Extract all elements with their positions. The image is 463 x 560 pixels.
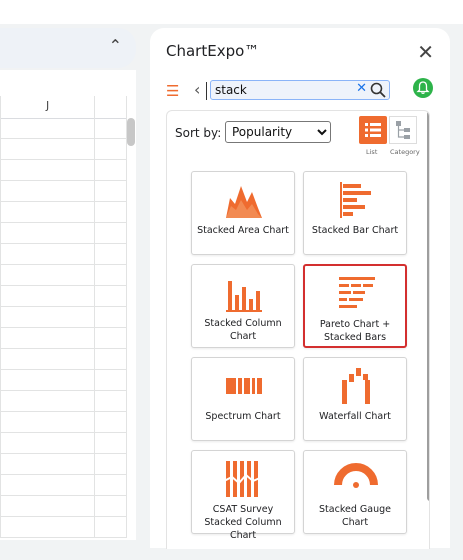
chevron-up-icon[interactable]: ⌃	[109, 36, 122, 55]
search-box: ✕	[210, 80, 390, 100]
sheet-toolbar: ⌃	[0, 28, 136, 68]
chart-tile-stacked-area[interactable]: Stacked Area Chart	[191, 171, 295, 255]
spreadsheet-cells[interactable]	[0, 118, 126, 538]
chart-tile-label: Stacked Gauge Chart	[319, 504, 391, 528]
stacked-column-chart-icon	[226, 281, 262, 312]
chart-tile-stacked-bar[interactable]: Stacked Bar Chart	[303, 171, 407, 255]
spectrum-chart-icon	[226, 378, 262, 394]
chart-tile-label: Stacked Column Chart	[204, 318, 282, 342]
chart-tile-stacked-gauge[interactable]: Stacked Gauge Chart	[303, 450, 407, 534]
column-header-j[interactable]: J	[46, 99, 49, 112]
panel-title: ChartExpo™	[166, 42, 260, 60]
chart-gallery: Sort by: Popularity List Category Stacke…	[166, 110, 430, 549]
waterfall-chart-icon	[342, 368, 370, 404]
grid-line	[126, 96, 127, 538]
chevron-left-icon[interactable]: ‹	[194, 80, 200, 99]
panel-scrollbar[interactable]	[427, 111, 429, 501]
sort-by-label: Sort by:	[175, 126, 222, 140]
chart-tile-label: Stacked Area Chart	[197, 225, 289, 236]
chartexpo-panel: ChartExpo™ ✕ ☰ ‹ ✕ Sort by: Popularity	[150, 28, 450, 549]
close-icon[interactable]: ✕	[417, 40, 434, 64]
category-view-button[interactable]	[389, 116, 417, 144]
column-header-row: J	[0, 96, 126, 119]
stacked-bar-chart-icon	[340, 182, 371, 218]
list-view-label: List	[366, 148, 378, 156]
stacked-area-chart-icon	[226, 186, 262, 218]
chart-tile-label: Waterfall Chart	[319, 411, 391, 422]
sort-select[interactable]: Popularity	[225, 121, 331, 143]
chart-tile-csat-survey-stacked-column[interactable]: CSAT Survey Stacked Column Chart	[191, 450, 295, 541]
csat-survey-stacked-column-chart-icon	[223, 461, 263, 497]
chart-tile-label: CSAT Survey Stacked Column Chart	[204, 504, 282, 541]
chart-tile-label: Pareto Chart + Stacked Bars	[319, 319, 391, 343]
view-toggle: List Category	[357, 116, 420, 158]
pareto-chart-stacked-bars-icon	[339, 277, 375, 308]
top-bar	[0, 0, 463, 24]
chart-tile-label: Stacked Bar Chart	[311, 225, 399, 236]
clear-search-icon[interactable]: ✕	[356, 81, 367, 96]
category-tree-icon	[396, 121, 410, 139]
divider	[206, 82, 207, 100]
sheet-scrollbar[interactable]	[127, 118, 135, 146]
chart-tile-spectrum[interactable]: Spectrum Chart	[191, 357, 295, 441]
search-toolbar: ☰ ‹ ✕	[166, 78, 436, 102]
list-view-button[interactable]	[359, 116, 387, 144]
chart-tile-stacked-column[interactable]: Stacked Column Chart	[191, 264, 295, 348]
list-icon	[365, 123, 381, 137]
chart-tile-waterfall[interactable]: Waterfall Chart	[303, 357, 407, 441]
chart-tile-pareto-stacked-bars[interactable]: Pareto Chart + Stacked Bars	[303, 264, 407, 348]
category-view-label: Category	[390, 148, 420, 156]
search-input[interactable]	[215, 82, 355, 98]
chart-tile-label: Spectrum Chart	[205, 411, 281, 422]
hamburger-menu-icon[interactable]: ☰	[166, 82, 179, 100]
notification-bell-icon[interactable]	[413, 78, 433, 98]
search-icon[interactable]	[370, 82, 386, 98]
stacked-gauge-chart-icon	[334, 463, 378, 488]
